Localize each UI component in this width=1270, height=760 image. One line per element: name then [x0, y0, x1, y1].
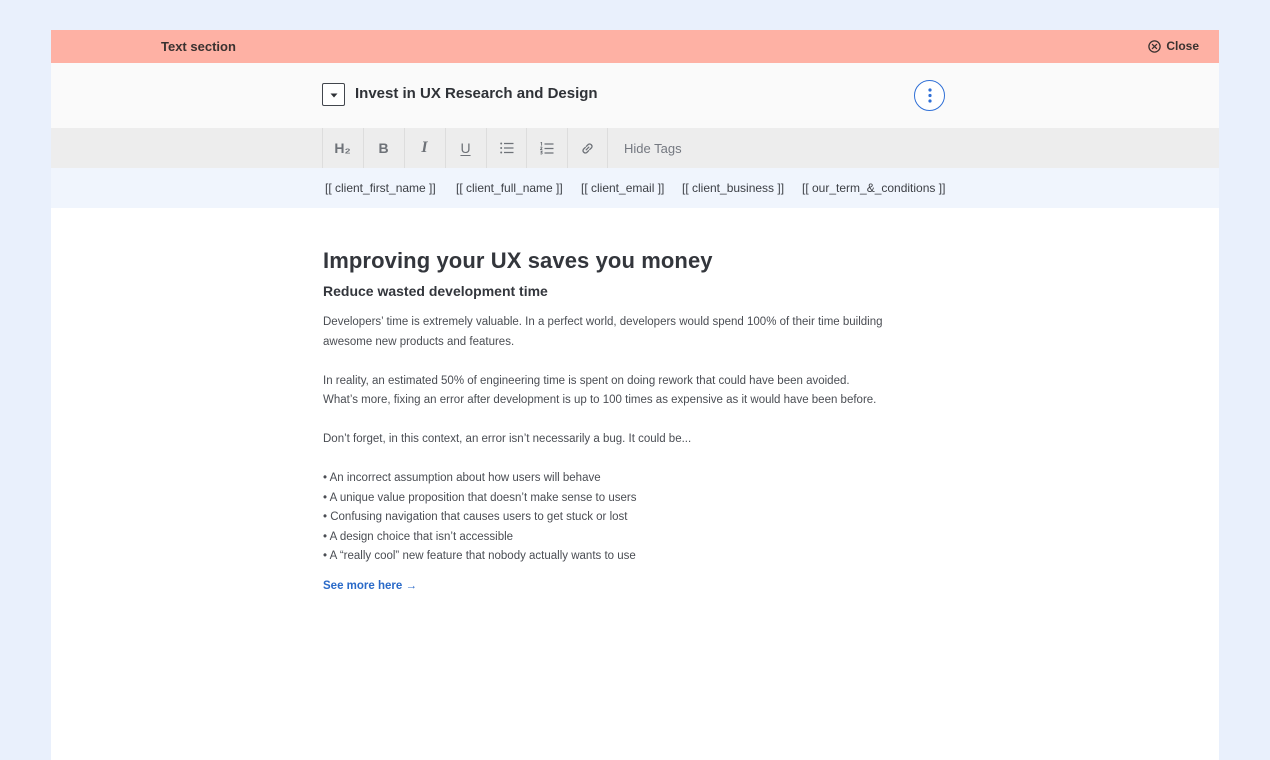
tag-client-full-name[interactable]: [[ client_full_name ]]	[456, 181, 563, 195]
underline-label: U	[460, 140, 471, 156]
bullet-list-button[interactable]	[486, 128, 526, 168]
bullet-list-icon	[499, 142, 513, 154]
section-header: Invest in UX Research and Design	[51, 63, 1219, 128]
italic-label: I	[421, 139, 428, 156]
close-label: Close	[1166, 39, 1199, 53]
content-heading: Improving your UX saves you money	[323, 248, 713, 273]
list-item: • A “really cool” new feature that nobod…	[323, 550, 636, 562]
merge-tags-row: [[ client_first_name ]] [[ client_full_n…	[51, 168, 1219, 208]
section-topbar: Text section Close	[51, 30, 1219, 63]
formatting-toolbar: H₂ B I U Hide Tags	[51, 128, 1219, 168]
bullet-list: • An incorrect assumption about how user…	[323, 469, 883, 567]
caret-down-icon	[330, 93, 338, 98]
heading-button[interactable]: H₂	[322, 128, 362, 168]
list-item: • A design choice that isn’t accessible	[323, 530, 514, 543]
heading-label: H₂	[334, 140, 351, 156]
paragraph-3: Don’t forget, in this context, an error …	[323, 433, 692, 445]
see-more-link[interactable]: See more here →	[323, 580, 417, 592]
tag-client-business[interactable]: [[ client_business ]]	[682, 181, 784, 195]
close-circle-icon	[1148, 39, 1162, 53]
vertical-dots-icon	[928, 88, 932, 103]
italic-button[interactable]: I	[404, 128, 444, 168]
numbered-list-button[interactable]	[526, 128, 566, 168]
bold-label: B	[378, 140, 389, 156]
collapse-toggle-button[interactable]	[322, 83, 345, 106]
list-item: • A unique value proposition that doesn’…	[323, 491, 637, 504]
list-item: • Confusing navigation that causes users…	[323, 511, 628, 523]
tag-client-email[interactable]: [[ client_email ]]	[581, 181, 664, 195]
bold-button[interactable]: B	[363, 128, 403, 168]
tag-client-first-name[interactable]: [[ client_first_name ]]	[325, 181, 436, 195]
paragraph-2: In reality, an estimated 50% of engineer…	[323, 374, 877, 407]
tag-terms-and-conditions[interactable]: [[ our_term_&_conditions ]]	[802, 181, 945, 195]
more-options-button[interactable]	[914, 80, 945, 111]
underline-button[interactable]: U	[445, 128, 485, 168]
numbered-list-icon	[539, 141, 553, 155]
section-title: Invest in UX Research and Design	[355, 85, 598, 102]
topbar-title: Text section	[161, 39, 236, 54]
text-content[interactable]: Improving your UX saves you money Reduce…	[323, 248, 883, 594]
list-item: • An incorrect assumption about how user…	[323, 472, 601, 484]
close-button[interactable]: Close	[1148, 39, 1199, 53]
link-icon	[582, 142, 593, 154]
hide-tags-button[interactable]: Hide Tags	[607, 128, 682, 168]
text-section-panel: Text section Close Invest in UX Research…	[51, 30, 1219, 760]
content-subheading: Reduce wasted development time	[323, 283, 548, 299]
insert-link-button[interactable]	[567, 128, 607, 168]
paragraph-1: Developers’ time is extremely valuable. …	[323, 316, 883, 348]
